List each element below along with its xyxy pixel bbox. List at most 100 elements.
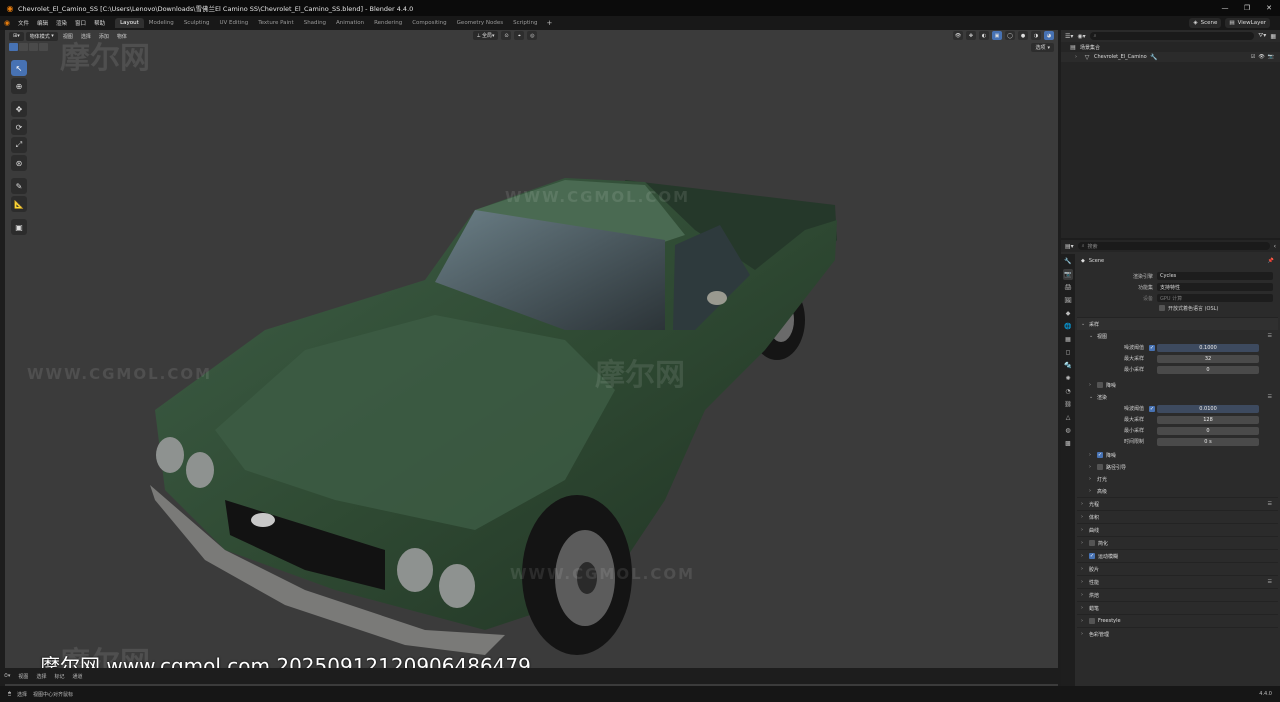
render-subpanel[interactable]: › 灯光: [1077, 473, 1278, 485]
subpanel-viewport-denoise[interactable]: › 降噪: [1077, 379, 1278, 391]
proportional-edit-icon[interactable]: ◎: [527, 31, 538, 40]
world-tab-icon[interactable]: 🌐: [1063, 321, 1073, 332]
render-subpanel[interactable]: › 路径引导: [1077, 461, 1278, 473]
3d-viewport[interactable]: 摩尔网 WWW.CGMOL.COM 摩尔网 WWW.CGMOL.COM WWW.…: [5, 30, 1058, 686]
material-tab-icon[interactable]: ◍: [1063, 425, 1073, 436]
object-tab-icon[interactable]: ◻: [1063, 347, 1073, 358]
viewport-menu-add[interactable]: 添加: [96, 33, 112, 40]
blender-menu-icon[interactable]: ◉: [0, 19, 14, 27]
wireframe-shading-icon[interactable]: ◯: [1005, 31, 1015, 40]
properties-panel[interactable]: › 曲线: [1077, 523, 1278, 536]
texture-tab-icon[interactable]: ▩: [1063, 438, 1073, 449]
subpanel-render[interactable]: ⌄ 渲染 ☰: [1077, 391, 1278, 403]
properties-panel[interactable]: › 简化: [1077, 536, 1278, 549]
select-tool-icon[interactable]: ↖: [11, 60, 27, 76]
osl-checkbox[interactable]: [1159, 305, 1165, 311]
move-tool-icon[interactable]: ✥: [11, 101, 27, 117]
chevron-icon[interactable]: ‹: [1274, 243, 1276, 250]
adaptive-checkbox[interactable]: ✓: [1149, 344, 1155, 351]
timeline-editor-icon[interactable]: ⏱▾: [0, 673, 14, 679]
close-icon[interactable]: ✕: [1258, 0, 1280, 16]
menu-render[interactable]: 渲染: [52, 19, 71, 27]
adaptive-checkbox[interactable]: ✓: [1149, 405, 1155, 412]
tab-modeling[interactable]: Modeling: [144, 18, 179, 28]
maximize-icon[interactable]: ❐: [1236, 0, 1258, 16]
editor-type-button[interactable]: ⊞▾: [9, 31, 24, 41]
subpanel-checkbox[interactable]: ✓: [1097, 452, 1103, 458]
subpanel-checkbox[interactable]: [1097, 464, 1103, 470]
view-layer-tab-icon[interactable]: 🖼: [1063, 295, 1073, 306]
eye-icon[interactable]: 👁: [1258, 54, 1264, 60]
list-icon[interactable]: ☰: [1268, 501, 1272, 507]
output-tab-icon[interactable]: 🖨: [1063, 282, 1073, 293]
timeline-menu-select[interactable]: 选择: [32, 673, 50, 680]
tab-layout[interactable]: Layout: [115, 18, 144, 28]
rotate-tool-icon[interactable]: ⟳: [11, 119, 27, 135]
tab-compositing[interactable]: Compositing: [407, 18, 451, 28]
properties-panel[interactable]: › 色彩管理: [1077, 627, 1278, 640]
timeline-menu-channel[interactable]: 通道: [68, 673, 86, 680]
tab-uv-editing[interactable]: UV Editing: [215, 18, 254, 28]
viewport-sample-value-field[interactable]: 0: [1157, 365, 1259, 374]
annotate-tool-icon[interactable]: ✎: [11, 178, 27, 194]
mode-selector[interactable]: 物体模式 ▾: [25, 31, 58, 41]
tab-animation[interactable]: Animation: [331, 18, 369, 28]
xray-icon[interactable]: ▣: [992, 31, 1002, 40]
scene-tab-icon[interactable]: ◆: [1063, 308, 1073, 319]
viewport-menu-object[interactable]: 物体: [114, 33, 130, 40]
display-mode-icon[interactable]: ◉▾: [1077, 33, 1085, 40]
select-new-icon[interactable]: [9, 43, 18, 51]
scene-selector[interactable]: ◈ Scene: [1189, 18, 1222, 28]
timeline-menu-view[interactable]: 视图: [14, 673, 32, 680]
tab-geometry-nodes[interactable]: Geometry Nodes: [452, 18, 508, 28]
scale-tool-icon[interactable]: ⤢: [11, 137, 27, 153]
minimize-icon[interactable]: —: [1214, 0, 1236, 16]
properties-panel[interactable]: › 体积: [1077, 510, 1278, 523]
outliner-row-object[interactable]: › ▽ Chevrolet_El_Camino 🔧 ☑ 👁 📷: [1061, 52, 1280, 62]
tab-shading[interactable]: Shading: [299, 18, 331, 28]
subpanel-viewport[interactable]: ⌄ 视图 ☰: [1077, 330, 1278, 342]
tab-scripting[interactable]: Scripting: [508, 18, 542, 28]
menu-help[interactable]: 帮助: [90, 19, 109, 27]
physics-tab-icon[interactable]: ◔: [1063, 386, 1073, 397]
properties-search[interactable]: ⌕ 搜索: [1077, 242, 1270, 250]
snap-icon[interactable]: ⌖: [514, 31, 525, 40]
render-subpanel[interactable]: › ✓ 降噪: [1077, 449, 1278, 461]
collection-tab-icon[interactable]: ▦: [1063, 334, 1073, 345]
particles-tab-icon[interactable]: ✺: [1063, 373, 1073, 384]
filter-icon[interactable]: ⛛▾: [1258, 32, 1266, 40]
select-subtract-icon[interactable]: [29, 43, 38, 51]
render-sample-value-field[interactable]: 0 s: [1157, 437, 1259, 446]
outliner-row-scene-collection[interactable]: ▤ 场景集合: [1061, 42, 1280, 52]
render-engine-dropdown[interactable]: Cycles: [1157, 272, 1273, 280]
gizmo-icon[interactable]: ✥: [966, 31, 976, 40]
pin-icon[interactable]: 📌: [1268, 258, 1278, 264]
visibility-icon[interactable]: 👁: [953, 31, 963, 40]
viewport-menu-view[interactable]: 视图: [60, 33, 76, 40]
cursor-tool-icon[interactable]: ⊕: [11, 78, 27, 94]
data-tab-icon[interactable]: △: [1063, 412, 1073, 423]
feature-set-dropdown[interactable]: 支持特性: [1157, 283, 1273, 291]
device-dropdown[interactable]: GPU 计算: [1157, 294, 1273, 302]
solid-shading-icon[interactable]: ●: [1018, 31, 1028, 40]
panel-checkbox[interactable]: [1089, 618, 1095, 624]
add-cube-tool-icon[interactable]: ▣: [11, 219, 27, 235]
new-collection-icon[interactable]: ▦: [1270, 33, 1276, 40]
outliner-search[interactable]: ⌕: [1089, 32, 1255, 40]
list-icon[interactable]: ☰: [1268, 579, 1272, 585]
options-dropdown[interactable]: 选项 ▾: [1031, 43, 1054, 52]
constraints-tab-icon[interactable]: ⛓: [1063, 399, 1073, 410]
timeline-menu-marker[interactable]: 标记: [50, 673, 68, 680]
osl-row[interactable]: 开放式着色语言 (OSL): [1077, 303, 1278, 313]
measure-tool-icon[interactable]: 📐: [11, 196, 27, 212]
car-model[interactable]: [5, 30, 1058, 686]
add-workspace-icon[interactable]: +: [543, 19, 557, 27]
properties-panel[interactable]: › Freestyle: [1077, 614, 1278, 627]
properties-panel[interactable]: › 烘焙: [1077, 588, 1278, 601]
panel-sampling[interactable]: ⌄ 采样: [1077, 317, 1278, 330]
tab-sculpting[interactable]: Sculpting: [179, 18, 215, 28]
panel-checkbox[interactable]: [1089, 540, 1095, 546]
properties-panel[interactable]: › 蜡笔: [1077, 601, 1278, 614]
outliner-editor-icon[interactable]: ☰▾: [1065, 33, 1073, 40]
material-shading-icon[interactable]: ◑: [1031, 31, 1041, 40]
